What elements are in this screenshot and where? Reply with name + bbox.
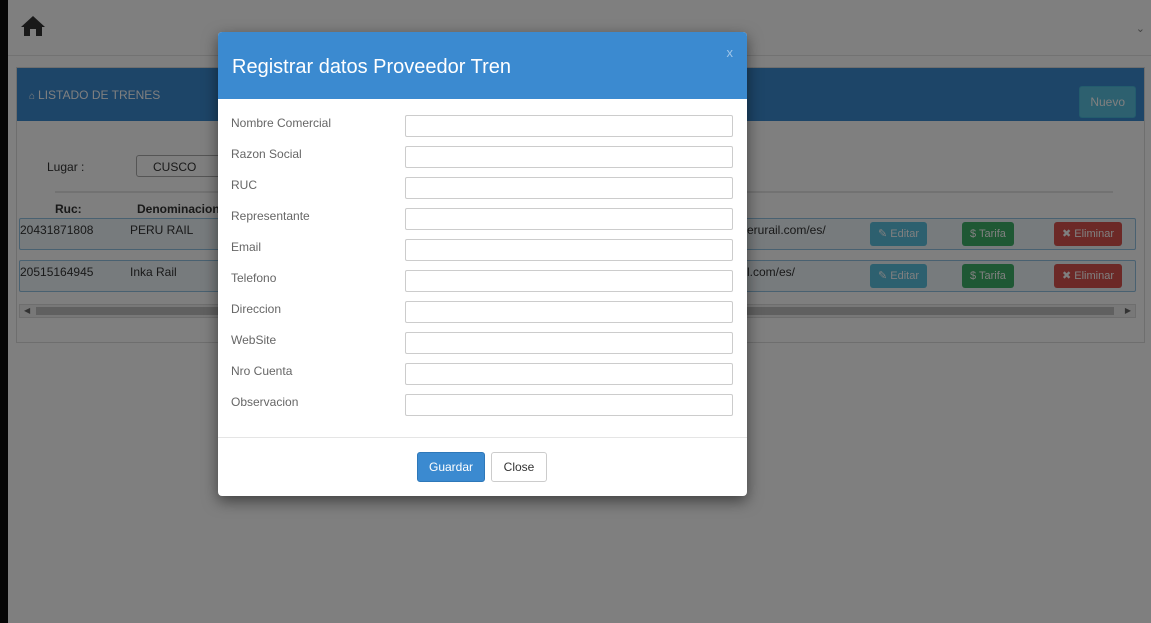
label-nro-cuenta: Nro Cuenta — [231, 364, 293, 378]
label-representante: Representante — [231, 209, 310, 223]
label-observacion: Observacion — [231, 395, 299, 409]
website-input[interactable] — [405, 332, 733, 354]
direccion-input[interactable] — [405, 301, 733, 323]
modal-header: Registrar datos Proveedor Tren x — [218, 32, 747, 99]
nombre-comercial-input[interactable] — [405, 115, 733, 137]
label-email: Email — [231, 240, 262, 254]
close-icon[interactable]: x — [727, 45, 734, 60]
razon-social-input[interactable] — [405, 146, 733, 168]
ruc-input[interactable] — [405, 177, 733, 199]
label-website: WebSite — [231, 333, 277, 347]
representante-input[interactable] — [405, 208, 733, 230]
telefono-input[interactable] — [405, 270, 733, 292]
label-razon-social: Razon Social — [231, 147, 302, 161]
register-provider-modal: Registrar datos Proveedor Tren x Nombre … — [218, 32, 747, 496]
label-nombre-comercial: Nombre Comercial — [231, 116, 332, 130]
label-ruc: RUC — [231, 178, 257, 192]
save-button[interactable]: Guardar — [417, 452, 485, 482]
modal-title: Registrar datos Proveedor Tren — [232, 56, 512, 78]
close-button[interactable]: Close — [491, 452, 547, 482]
observacion-input[interactable] — [405, 394, 733, 416]
email-input[interactable] — [405, 239, 733, 261]
nro-cuenta-input[interactable] — [405, 363, 733, 385]
modal-footer-divider — [218, 437, 747, 438]
label-direccion: Direccion — [231, 302, 282, 316]
label-telefono: Telefono — [231, 271, 277, 285]
